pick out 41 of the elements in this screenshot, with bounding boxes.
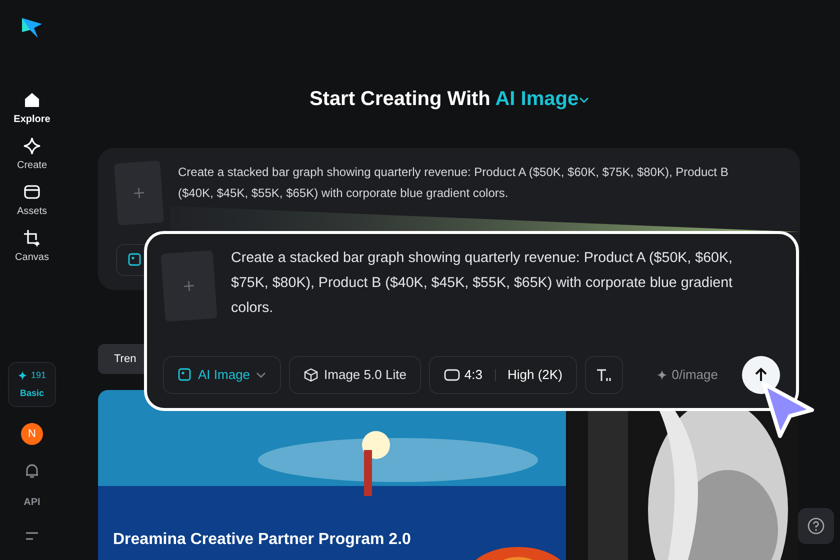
- banner-title: Dreamina Creative Partner Program 2.0: [113, 530, 411, 550]
- logo-icon: [20, 16, 44, 40]
- credits-panel[interactable]: 191 Basic: [8, 362, 56, 407]
- help-button[interactable]: [798, 508, 834, 544]
- cube-icon: [304, 368, 318, 382]
- page-heading: Start Creating With: [309, 88, 490, 110]
- aspect-ratio-selector[interactable]: 4:3: [444, 365, 482, 385]
- menu-icon: [25, 530, 39, 542]
- image-icon: [128, 252, 142, 266]
- quality-selector[interactable]: High (2K): [508, 365, 562, 385]
- sidebar-item[interactable]: Explore: [14, 90, 50, 127]
- text-style-button[interactable]: [585, 356, 624, 394]
- api-link[interactable]: API: [24, 495, 40, 510]
- mode-selector[interactable]: AI Image: [495, 88, 589, 110]
- plus-icon: [184, 280, 194, 292]
- folder-icon: [22, 182, 42, 202]
- prompt-text: Create a stacked bar graph showing quarterly revenue: Product A ($50K, $60K, $75K, $80K), Product B ($40K, $45K, $55K, $65K) with corporate blue gradient colors.: [178, 164, 730, 202]
- sparkle-icon: [656, 370, 667, 380]
- sparkle-icon: [18, 371, 27, 380]
- prompt-text: Create a stacked bar graph showing quarterly revenue: Product A ($50K, $60K, $75K, $80K), Product B ($40K, $45K, $55K, $65K) with corporate blue gradient colors.: [231, 249, 734, 318]
- sidebar-item[interactable]: Assets: [16, 182, 47, 219]
- bell-icon: [24, 463, 40, 479]
- send-button[interactable]: [742, 356, 780, 394]
- cost-label: 0/image: [672, 366, 718, 384]
- caret-icon: [578, 96, 589, 104]
- plus-icon: [134, 188, 144, 198]
- credits-count: 191: [30, 369, 46, 382]
- sparkle-icon: [22, 136, 42, 156]
- sidebar-item[interactable]: Canvas: [15, 228, 49, 265]
- sidebar-item[interactable]: Create: [16, 136, 47, 173]
- arrow-up-icon: [753, 367, 769, 383]
- text-style-icon: [596, 368, 612, 382]
- mode-dropdown[interactable]: AI Image: [163, 356, 282, 394]
- help-icon: [807, 517, 825, 535]
- model-selector[interactable]: Image 5.0 Lite: [289, 356, 422, 394]
- home-icon: [22, 90, 42, 110]
- caret-icon: [256, 371, 266, 379]
- plan-label: Basic: [20, 386, 44, 400]
- crop-icon: [22, 228, 42, 248]
- image-icon: [178, 368, 192, 382]
- ratio-icon: [444, 368, 460, 382]
